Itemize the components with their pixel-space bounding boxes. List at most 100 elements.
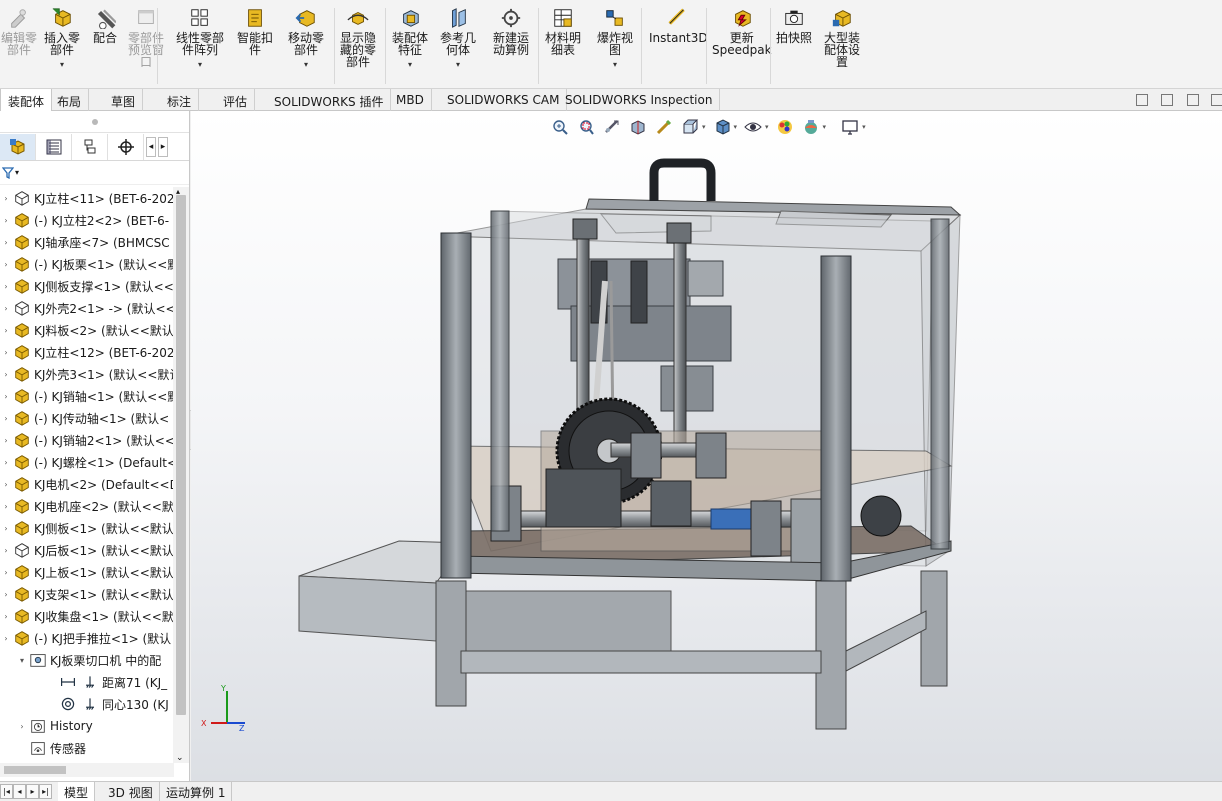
ribbon-button-new-motion-study[interactable]: 新建运 动算例 <box>493 6 529 86</box>
tree-item[interactable]: › (-) KJ销轴<1> (默认<<默 <box>0 385 174 407</box>
tree-item[interactable]: › KJ轴承座<7> (BHMCSC <box>0 231 174 253</box>
tree-item[interactable]: › KJ电机座<2> (默认<<默 <box>0 495 174 517</box>
ribbon-button-large-assembly[interactable]: 大型装 配体设 置 <box>824 6 860 86</box>
tree-filter[interactable]: ▾ <box>0 161 189 185</box>
chevron-left-icon[interactable]: ◂ <box>146 136 156 157</box>
ribbon-button-instant3d[interactable]: Instant3D <box>649 6 708 86</box>
property-manager-tab[interactable] <box>36 133 72 160</box>
tree-item[interactable]: › (-) KJ螺栓<1> (Default< <box>0 451 174 473</box>
chevron-down-icon[interactable]: ▾ <box>408 59 412 71</box>
chevron-down-icon[interactable]: ▾ <box>60 59 64 71</box>
ribbon-button-component-preview[interactable]: 零部件 预览窗 口 <box>128 6 164 86</box>
prev-tab-icon[interactable]: ◂ <box>13 784 26 799</box>
tree-item[interactable]: › KJ上板<1> (默认<<默认 <box>0 561 174 583</box>
tree-item[interactable]: › KJ立柱<11> (BET-6-202 <box>0 187 174 209</box>
expand-arrow-icon[interactable]: › <box>0 568 12 577</box>
restore-panel-icon[interactable] <box>1211 94 1222 106</box>
chevron-right-icon[interactable]: ▸ <box>158 136 168 157</box>
tab-6[interactable]: MBD <box>389 89 432 111</box>
tree-item[interactable]: › KJ支架<1> (默认<<默认 <box>0 583 174 605</box>
ribbon-button-snapshot[interactable]: 拍快照 <box>776 6 812 86</box>
ribbon-button-move-component[interactable]: 移动零 部件 ▾ <box>288 6 324 86</box>
tree-item[interactable]: › (-) KJ板栗<1> (默认<<默 <box>0 253 174 275</box>
dimxpert-manager-tab[interactable] <box>108 133 144 160</box>
hscroll-thumb[interactable] <box>4 766 66 774</box>
mate-item[interactable]: 距离71 (KJ_ <box>0 671 174 693</box>
expand-arrow-icon[interactable]: › <box>0 216 12 225</box>
ribbon-button-insert-components[interactable]: 插入零 部件 ▾ <box>44 6 80 86</box>
tab-7[interactable]: SOLIDWORKS CAM <box>440 89 568 111</box>
expand-arrow-icon[interactable]: › <box>0 502 12 511</box>
tree-horizontal-scrollbar[interactable] <box>0 763 174 777</box>
configuration-manager-tab[interactable] <box>72 133 108 160</box>
tab-next-icon[interactable] <box>1161 94 1173 106</box>
ribbon-button-edit-component[interactable]: 编辑零 部件 <box>1 6 37 86</box>
feature-manager-tab[interactable] <box>0 133 36 160</box>
tab-3[interactable]: 标注 <box>160 89 200 111</box>
chevron-down-icon[interactable]: ▾ <box>456 59 460 71</box>
tab-prev-icon[interactable] <box>1136 94 1148 106</box>
last-tab-icon[interactable]: ▸| <box>39 784 52 799</box>
tree-item[interactable]: › KJ料板<2> (默认<<默认 <box>0 319 174 341</box>
tree-item[interactable]: › KJ立柱<12> (BET-6-202 <box>0 341 174 363</box>
ribbon-button-smart-fasteners[interactable]: 智能扣 件 <box>237 6 273 86</box>
mate-item[interactable]: 同心130 (KJ <box>0 693 174 715</box>
history-folder[interactable]: › History <box>0 715 174 737</box>
expand-arrow-icon[interactable]: › <box>0 370 12 379</box>
ribbon-button-linear-pattern[interactable]: 线性零部 件阵列 ▾ <box>176 6 224 86</box>
tab-4[interactable]: 评估 <box>216 89 256 111</box>
chevron-down-icon[interactable]: ▾ <box>613 59 617 71</box>
tree-item[interactable]: › (-) KJ传动轴<1> (默认< <box>0 407 174 429</box>
chevron-right-icon[interactable]: › <box>16 722 28 731</box>
chevron-down-icon[interactable]: ▾ <box>198 59 202 71</box>
ribbon-button-speedpak[interactable]: 更新 Speedpak <box>712 6 772 86</box>
tree-item[interactable]: › (-) KJ把手推拉<1> (默认 <box>0 627 174 649</box>
tree-item[interactable]: › KJ电机<2> (Default<<D <box>0 473 174 495</box>
expand-arrow-icon[interactable]: › <box>0 414 12 423</box>
chevron-down-icon[interactable]: ▾ <box>304 59 308 71</box>
scroll-thumb[interactable] <box>176 195 186 715</box>
tree-item[interactable]: › (-) KJ销轴2<1> (默认<< <box>0 429 174 451</box>
expand-arrow-icon[interactable]: › <box>0 348 12 357</box>
tree-item[interactable]: › KJ侧板<1> (默认<<默认 <box>0 517 174 539</box>
tab-1[interactable]: 布局 <box>50 89 90 111</box>
sensors-folder[interactable]: 传感器 <box>0 737 174 759</box>
ribbon-button-exploded-view[interactable]: 爆炸视 图 ▾ <box>597 6 633 86</box>
ribbon-button-assembly-features[interactable]: 装配体 特征 ▾ <box>392 6 428 86</box>
mates-folder[interactable]: ▾ KJ板栗切口机 中的配 <box>0 649 174 671</box>
tab-0[interactable]: 装配体 <box>0 89 53 111</box>
expand-arrow-icon[interactable]: › <box>0 546 12 555</box>
bottom-tab-1[interactable]: 3D 视图 <box>102 782 160 801</box>
tree-item[interactable]: › KJ外壳3<1> (默认<<默认 <box>0 363 174 385</box>
expand-arrow-icon[interactable]: › <box>0 480 12 489</box>
tree-item[interactable]: › KJ后板<1> (默认<<默认 <box>0 539 174 561</box>
next-tab-icon[interactable]: ▸ <box>26 784 39 799</box>
chevron-down-icon[interactable]: ▾ <box>16 656 28 665</box>
first-tab-icon[interactable]: |◂ <box>0 784 13 799</box>
tab-2[interactable]: 草图 <box>104 89 144 111</box>
minimize-panel-icon[interactable] <box>1187 94 1199 106</box>
graphics-viewport[interactable]: ▾ ▾ ▾ ▾ ▾ Y X Z <box>191 111 1222 781</box>
tree-vertical-scrollbar[interactable]: ▴ ⌄ <box>173 187 189 763</box>
ribbon-button-bom[interactable]: 材料明 细表 <box>545 6 581 86</box>
tab-5[interactable]: SOLIDWORKS 插件 <box>267 89 392 111</box>
expand-arrow-icon[interactable]: › <box>0 524 12 533</box>
expand-arrow-icon[interactable]: › <box>0 194 12 203</box>
expand-arrow-icon[interactable]: › <box>0 392 12 401</box>
tree-item[interactable]: › (-) KJ立柱2<2> (BET-6- <box>0 209 174 231</box>
expand-arrow-icon[interactable]: › <box>0 436 12 445</box>
expand-arrow-icon[interactable]: › <box>0 326 12 335</box>
expand-arrow-icon[interactable]: › <box>0 260 12 269</box>
ribbon-button-show-hidden[interactable]: 显示隐 藏的零 部件 <box>340 6 376 86</box>
tree-item[interactable]: › KJ侧板支撑<1> (默认<< <box>0 275 174 297</box>
ribbon-button-reference-geometry[interactable]: 参考几 何体 ▾ <box>440 6 476 86</box>
bottom-tab-2[interactable]: 运动算例 1 <box>160 782 233 801</box>
expand-arrow-icon[interactable]: › <box>0 282 12 291</box>
scroll-down-icon[interactable]: ⌄ <box>176 753 184 763</box>
tab-8[interactable]: SOLIDWORKS Inspection <box>558 89 721 111</box>
expand-arrow-icon[interactable]: › <box>0 238 12 247</box>
bottom-tab-0[interactable]: 模型 <box>58 782 96 801</box>
expand-arrow-icon[interactable]: › <box>0 458 12 467</box>
ribbon-button-mate[interactable]: 配合 <box>92 6 118 86</box>
pane-grip[interactable] <box>0 111 189 133</box>
